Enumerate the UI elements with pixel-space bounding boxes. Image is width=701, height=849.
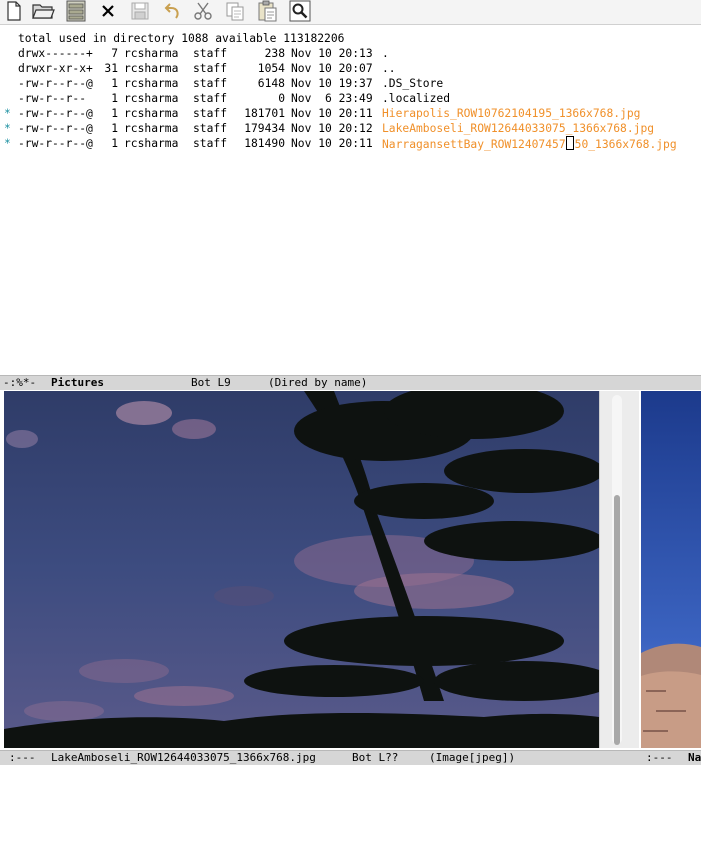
link-count: 1 (111, 92, 118, 105)
second-image-viewer[interactable] (641, 391, 701, 748)
file-size: 0 (278, 92, 285, 105)
modeline-buffer-name[interactable]: LakeAmboseli_ROW12644033075_1366x768.jpg (51, 751, 316, 765)
group: staff (193, 137, 228, 150)
modeline-position: Bot L9 (191, 376, 231, 389)
dired-modeline: -:%*- Pictures Bot L9 (Dired by name) (0, 375, 701, 390)
file-size: 181490 (244, 137, 285, 150)
owner: rcsharma (124, 77, 179, 90)
group: staff (193, 122, 228, 135)
link-count: 7 (111, 47, 118, 60)
modeline-buffer-name[interactable]: Pictures (51, 376, 104, 390)
owner: rcsharma (124, 92, 179, 105)
group: staff (193, 77, 228, 90)
group: staff (193, 107, 228, 120)
paste-icon[interactable] (255, 0, 279, 22)
group: staff (193, 92, 228, 105)
link-count: 31 (104, 62, 118, 75)
owner: rcsharma (124, 47, 179, 60)
image-file-name[interactable]: NarragansettBay_ROW12407457 50_1366x768.j… (382, 136, 677, 152)
new-file-icon[interactable] (2, 0, 26, 22)
owner: rcsharma (124, 137, 179, 150)
link-count: 1 (111, 77, 118, 90)
modeline-right-buffer[interactable]: Na (688, 751, 701, 765)
modified-date: Nov 10 20:12 (291, 122, 373, 135)
permissions: -rw-r--r--@ (18, 122, 93, 135)
photo-narragansett-bay (641, 391, 701, 748)
text-cursor (565, 136, 574, 150)
modeline-status: :--- (9, 751, 36, 764)
permissions: -rw-r--r-- (18, 92, 87, 105)
permissions: drwxr-xr-x+ (18, 62, 93, 75)
modeline-mode[interactable]: (Image[jpeg]) (429, 751, 515, 765)
file-row[interactable]: -rw-r--r-- 1 rcsharma staff 0 Nov 6 23:4… (0, 91, 701, 106)
save-icon[interactable] (128, 0, 152, 22)
mark: * (4, 122, 11, 135)
file-row[interactable]: -rw-r--r--@ 1 rcsharma staff 6148 Nov 10… (0, 76, 701, 91)
undo-icon[interactable] (160, 0, 184, 22)
group: staff (193, 47, 228, 60)
image-file-name[interactable]: LakeAmboseli_ROW12644033075_1366x768.jpg (382, 121, 654, 136)
close-icon[interactable] (96, 0, 120, 22)
modeline-right-status: :--- (646, 751, 673, 764)
file-name[interactable]: .. (382, 61, 396, 76)
modeline-mode[interactable]: (Dired by name) (268, 376, 367, 390)
file-row[interactable]: * -rw-r--r--@ 1 rcsharma staff 179434 No… (0, 121, 701, 136)
permissions: -rw-r--r--@ (18, 77, 93, 90)
modified-date: Nov 10 19:37 (291, 77, 373, 90)
file-name[interactable]: .localized (382, 91, 450, 106)
file-size: 181701 (244, 107, 285, 120)
modified-date: Nov 10 20:11 (291, 107, 373, 120)
image-scrollbar[interactable] (599, 391, 640, 748)
file-name-part: 50_1366x768.jpg (574, 138, 677, 151)
file-size: 179434 (244, 122, 285, 135)
modified-date: Nov 6 23:49 (291, 92, 373, 105)
copy-icon[interactable] (223, 0, 247, 22)
file-row[interactable]: drwx------+ 7 rcsharma staff 238 Nov 10 … (0, 46, 701, 61)
file-size: 1054 (257, 62, 285, 75)
toolbar (0, 0, 701, 25)
modeline-position: Bot L?? (352, 751, 399, 764)
scrollbar-thumb[interactable] (614, 495, 620, 745)
open-folder-icon[interactable] (31, 0, 55, 22)
file-name-part: NarragansettBay_ROW12407457 (382, 138, 566, 151)
owner: rcsharma (124, 62, 179, 75)
group: staff (193, 62, 228, 75)
file-row[interactable]: * -rw-r--r--@ 1 rcsharma staff 181490 No… (0, 136, 701, 151)
modified-date: Nov 10 20:11 (291, 137, 373, 150)
dired-buffer[interactable]: total used in directory 1088 available 1… (0, 28, 701, 374)
search-icon[interactable] (288, 0, 312, 22)
permissions: drwx------+ (18, 47, 93, 60)
image-viewer[interactable] (4, 391, 599, 748)
link-count: 1 (111, 122, 118, 135)
mark: * (4, 137, 11, 150)
cut-icon[interactable] (191, 0, 215, 22)
file-name[interactable]: . (382, 46, 389, 61)
modeline-status: -:%*- (3, 376, 37, 389)
owner: rcsharma (124, 122, 179, 135)
mark: * (4, 107, 11, 120)
permissions: -rw-r--r--@ (18, 137, 93, 150)
modified-date: Nov 10 20:13 (291, 47, 373, 60)
link-count: 1 (111, 107, 118, 120)
file-row[interactable]: * -rw-r--r--@ 1 rcsharma staff 181701 No… (0, 106, 701, 121)
image-file-name[interactable]: Hierapolis_ROW10762104195_1366x768.jpg (382, 106, 640, 121)
photo-lake-amboseli (4, 391, 599, 748)
modified-date: Nov 10 20:07 (291, 62, 373, 75)
link-count: 1 (111, 137, 118, 150)
owner: rcsharma (124, 107, 179, 120)
permissions: -rw-r--r--@ (18, 107, 93, 120)
file-size: 6148 (257, 77, 285, 90)
file-row[interactable]: drwxr-xr-x+ 31 rcsharma staff 1054 Nov 1… (0, 61, 701, 76)
image-modeline: :--- LakeAmboseli_ROW12644033075_1366x76… (0, 750, 701, 765)
dired-cabinet-icon[interactable] (64, 0, 88, 22)
directory-summary: total used in directory 1088 available 1… (18, 32, 345, 45)
file-size: 238 (264, 47, 285, 60)
file-name[interactable]: .DS_Store (382, 76, 443, 91)
